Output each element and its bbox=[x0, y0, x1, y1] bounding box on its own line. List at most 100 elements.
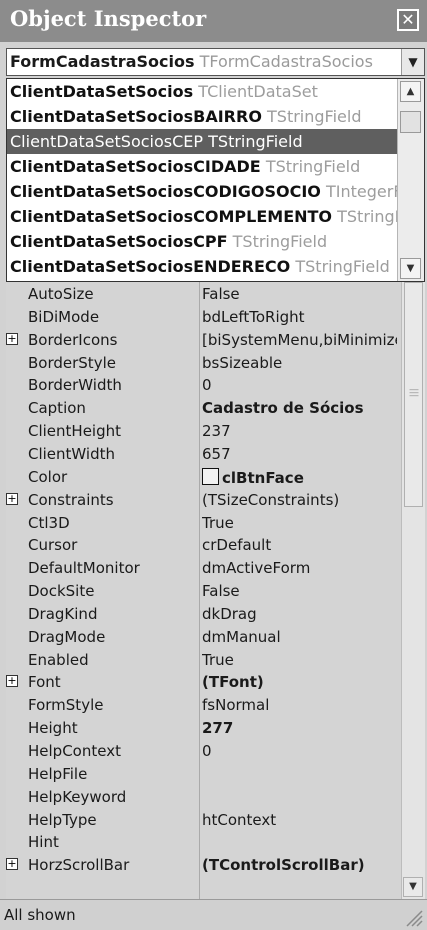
property-value[interactable]: dmActiveForm bbox=[202, 559, 397, 577]
dropdown-scrollbar[interactable]: ▲ ▼ bbox=[397, 79, 424, 281]
dropdown-item[interactable]: ClientDataSetSociosCODIGOSOCIO TIntegerF… bbox=[7, 179, 397, 204]
dropdown-item-name: ClientDataSetSocios bbox=[10, 82, 194, 101]
property-row[interactable]: HelpKeyword bbox=[6, 785, 398, 808]
property-name: AutoSize bbox=[28, 285, 94, 303]
object-selector-combo[interactable]: FormCadastraSocios TFormCadastraSocios ▼ bbox=[6, 48, 425, 76]
dropdown-item[interactable]: ClientDataSetSocios TClientDataSet bbox=[7, 79, 397, 104]
color-swatch-icon bbox=[202, 467, 219, 485]
dropdown-item[interactable]: ClientDataSetSociosCOMPLEMENTO TStringFi… bbox=[7, 204, 397, 229]
property-row[interactable]: Ctl3D True bbox=[6, 511, 398, 534]
property-value-text: clBtnFace bbox=[222, 468, 304, 487]
property-row[interactable]: + HorzScrollBar (TControlScrollBar) bbox=[6, 853, 398, 876]
property-name: Caption bbox=[28, 399, 86, 418]
property-name: DefaultMonitor bbox=[28, 559, 140, 578]
property-row[interactable]: ClientHeight 237 bbox=[6, 419, 398, 442]
combo-dropdown-button[interactable]: ▼ bbox=[401, 49, 424, 75]
dropdown-item[interactable]: ClientDataSetSociosCPF TStringField bbox=[7, 229, 397, 254]
property-name: BiDiMode bbox=[28, 307, 100, 326]
dropdown-scroll-thumb[interactable] bbox=[400, 111, 421, 133]
property-row[interactable]: Caption Cadastro de Sócios bbox=[6, 396, 398, 419]
dropdown-item[interactable]: ClientDataSetSociosENDERECO TStringField bbox=[7, 254, 397, 279]
property-value[interactable]: [biSystemMenu,biMinimize,biMaximize] bbox=[202, 331, 397, 349]
expand-icon[interactable]: + bbox=[6, 675, 18, 688]
grid-scroll-down-button[interactable]: ▼ bbox=[403, 877, 423, 897]
property-value[interactable]: False bbox=[202, 285, 397, 303]
dropdown-item-type: TStringField bbox=[295, 257, 390, 276]
property-name: ClientWidth bbox=[28, 444, 116, 463]
expand-icon[interactable]: + bbox=[6, 492, 18, 505]
property-row[interactable]: Enabled True bbox=[6, 648, 398, 671]
dropdown-item-name: ClientDataSetSociosCODIGOSOCIO bbox=[10, 182, 321, 201]
dropdown-item-type: TStringField bbox=[265, 157, 361, 176]
expand-icon[interactable]: + bbox=[6, 858, 18, 871]
property-name: HorzScrollBar bbox=[28, 856, 130, 875]
property-value[interactable]: (TFont) bbox=[202, 673, 397, 691]
property-value[interactable]: 237 bbox=[202, 422, 397, 440]
property-value[interactable]: dkDrag bbox=[202, 605, 397, 623]
scroll-up-button[interactable]: ▲ bbox=[400, 81, 421, 102]
property-name: HelpType bbox=[28, 810, 97, 829]
property-row[interactable]: HelpFile bbox=[6, 762, 398, 785]
property-value[interactable]: Cadastro de Sócios bbox=[202, 399, 397, 417]
expand-icon[interactable]: + bbox=[6, 332, 18, 345]
property-row[interactable]: BorderStyle bsSizeable bbox=[6, 351, 398, 374]
grid-scroll-thumb[interactable]: ― ― ― bbox=[404, 282, 423, 507]
dropdown-item-type: TStringField bbox=[208, 132, 303, 151]
dropdown-item-type: TStringField bbox=[267, 107, 362, 126]
property-row[interactable]: DockSite False bbox=[6, 579, 398, 602]
property-row[interactable]: Color clBtnFace bbox=[6, 465, 398, 488]
dropdown-item-name: ClientDataSetSociosBAIRRO bbox=[10, 107, 262, 126]
property-row[interactable]: DragMode dmManual bbox=[6, 625, 398, 648]
property-row[interactable]: + Font (TFont) bbox=[6, 670, 398, 693]
dropdown-item[interactable]: ClientDataSetSociosCIDADE TStringField bbox=[7, 154, 397, 179]
property-value[interactable]: bsSizeable bbox=[202, 354, 397, 372]
property-name: Font bbox=[28, 673, 61, 692]
property-value[interactable]: True bbox=[202, 514, 397, 532]
property-value[interactable]: 277 bbox=[202, 719, 397, 737]
property-row[interactable]: Height 277 bbox=[6, 716, 398, 739]
property-name: Color bbox=[28, 467, 68, 486]
property-grid-scrollbar[interactable]: ― ― ― ▼ bbox=[401, 282, 425, 899]
property-value[interactable]: clBtnFace bbox=[202, 467, 397, 487]
property-value[interactable]: bdLeftToRight bbox=[202, 308, 397, 326]
property-value[interactable]: False bbox=[202, 582, 397, 600]
resize-grip-icon[interactable] bbox=[403, 907, 423, 927]
property-name: HelpContext bbox=[28, 742, 121, 761]
property-row[interactable]: HelpType htContext bbox=[6, 808, 398, 831]
property-row[interactable]: DragKind dkDrag bbox=[6, 602, 398, 625]
property-value[interactable]: crDefault bbox=[202, 536, 397, 554]
property-value[interactable]: 0 bbox=[202, 742, 397, 760]
property-row[interactable]: ClientWidth 657 bbox=[6, 442, 398, 465]
property-value[interactable]: 657 bbox=[202, 445, 397, 463]
property-row[interactable]: BiDiMode bdLeftToRight bbox=[6, 305, 398, 328]
title-bar[interactable]: Object Inspector ✕ bbox=[0, 0, 427, 42]
property-name: Height bbox=[28, 719, 78, 738]
dropdown-item-name: ClientDataSetSociosCIDADE bbox=[10, 157, 261, 176]
property-row[interactable]: BorderWidth 0 bbox=[6, 373, 398, 396]
property-row[interactable]: + Constraints (TSizeConstraints) bbox=[6, 488, 398, 511]
property-row[interactable]: + BorderIcons [biSystemMenu,biMinimize,biM… bbox=[6, 328, 398, 351]
chevron-down-icon: ▼ bbox=[409, 881, 417, 892]
property-row[interactable]: Cursor crDefault bbox=[6, 533, 398, 556]
property-row[interactable]: AutoSize False bbox=[6, 282, 398, 305]
property-row[interactable]: FormStyle fsNormal bbox=[6, 693, 398, 716]
close-button[interactable]: ✕ bbox=[397, 9, 419, 31]
property-value[interactable]: dmManual bbox=[202, 628, 397, 646]
dropdown-item[interactable]: ClientDataSetSociosBAIRRO TStringField bbox=[7, 104, 397, 129]
property-row[interactable]: HelpContext 0 bbox=[6, 739, 398, 762]
chevron-down-icon: ▼ bbox=[406, 263, 415, 274]
property-value[interactable]: htContext bbox=[202, 811, 397, 829]
property-value[interactable]: fsNormal bbox=[202, 696, 397, 714]
property-value[interactable]: 0 bbox=[202, 376, 397, 394]
property-name: DockSite bbox=[28, 582, 95, 601]
property-value[interactable]: True bbox=[202, 651, 397, 669]
property-value[interactable]: (TControlScrollBar) bbox=[202, 856, 397, 874]
property-row[interactable]: Hint bbox=[6, 830, 398, 853]
dropdown-item[interactable]: ClientDataSetSociosCEP TStringField bbox=[7, 129, 397, 154]
grip-icon: ― ― ― bbox=[409, 385, 419, 401]
property-name: BorderWidth bbox=[28, 376, 122, 395]
property-name: Cursor bbox=[28, 536, 78, 555]
property-value[interactable]: (TSizeConstraints) bbox=[202, 491, 397, 509]
property-row[interactable]: DefaultMonitor dmActiveForm bbox=[6, 556, 398, 579]
scroll-down-button[interactable]: ▼ bbox=[400, 258, 421, 279]
